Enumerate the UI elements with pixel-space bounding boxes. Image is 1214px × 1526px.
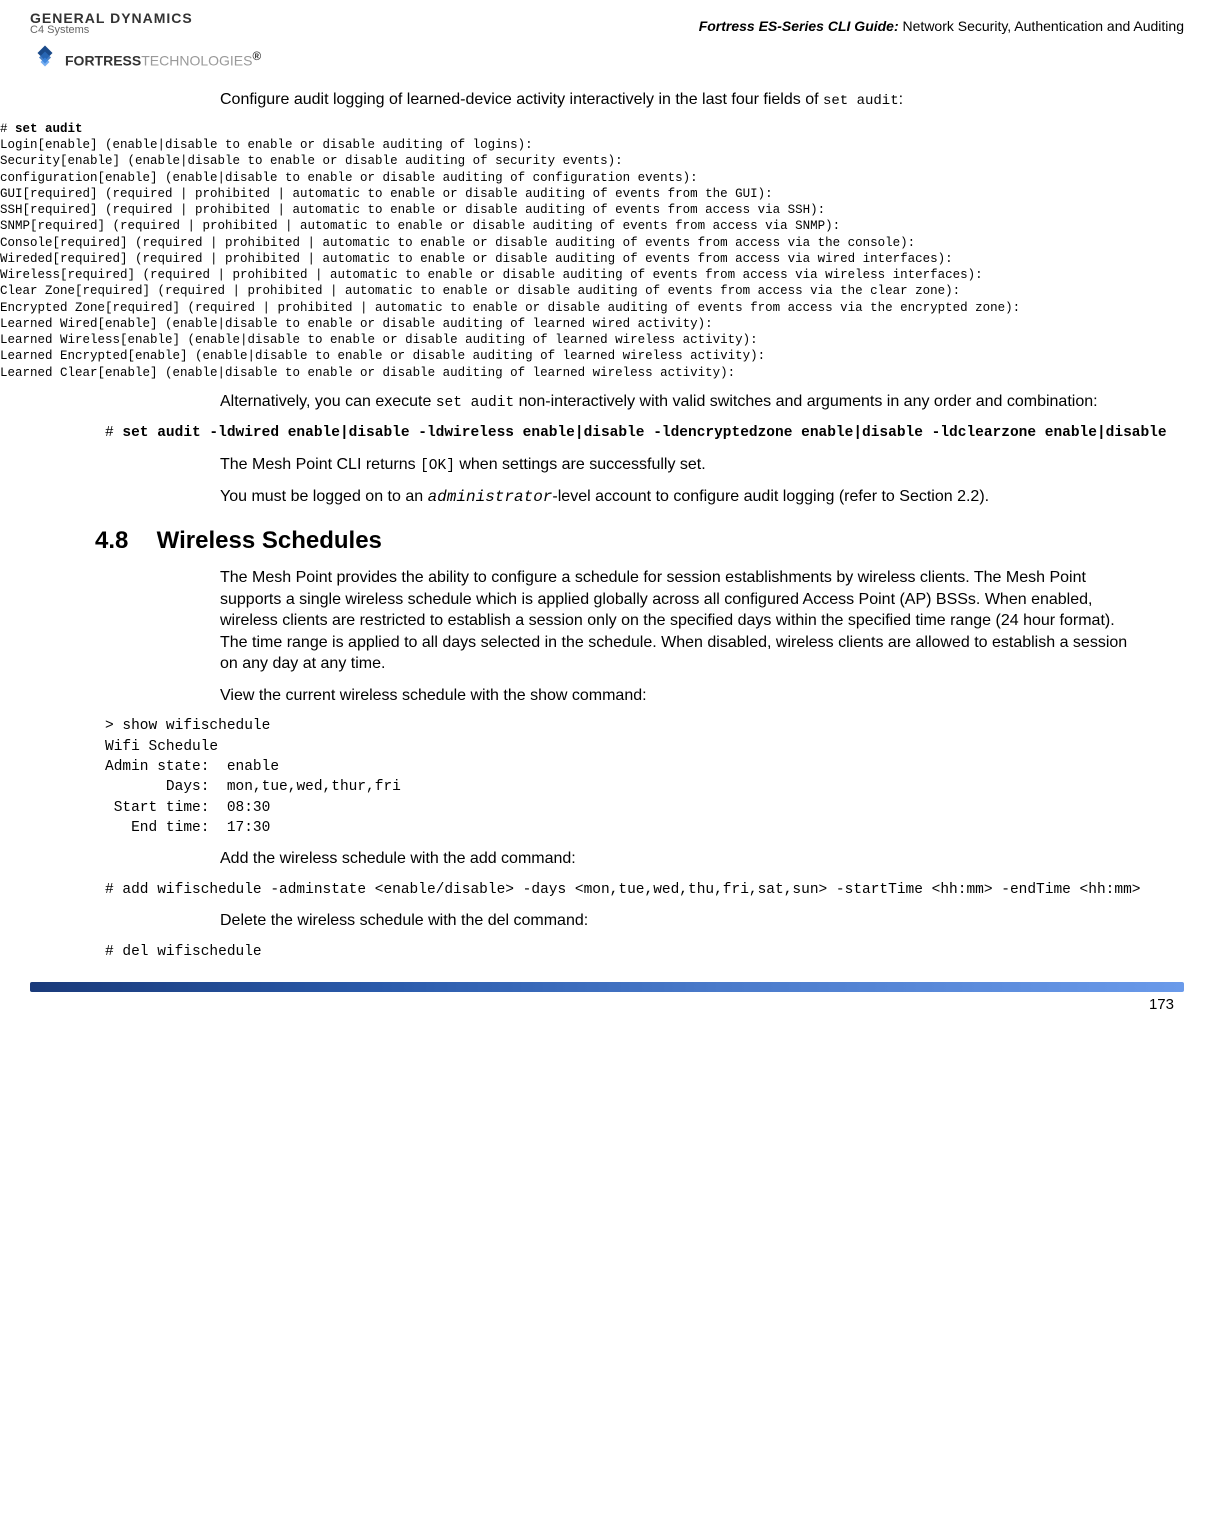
- cli-show-wifischedule: > show wifischedule Wifi Schedule Admin …: [105, 716, 1204, 838]
- header-right: Fortress ES-Series CLI Guide: Network Se…: [699, 10, 1184, 34]
- doc-section-name: Network Security, Authentication and Aud…: [899, 18, 1184, 34]
- fortress-diamond-icon: [30, 44, 60, 74]
- wireless-p5: The Mesh Point provides the ability to c…: [220, 567, 1144, 675]
- mid-code-2b: set audit: [436, 395, 514, 411]
- cli-set-audit-noninteractive: # set audit -ldwired enable|disable -ldw…: [105, 423, 1204, 443]
- section-title: Wireless Schedules: [157, 527, 382, 554]
- mid-text-2c: non-interactively with valid switches an…: [514, 393, 1097, 410]
- del-p8: Delete the wireless schedule with the de…: [220, 910, 1144, 932]
- mid-paragraph: Alternatively, you can execute set audit…: [220, 391, 1144, 414]
- mid-text-2a: Alternatively, you can execute: [220, 393, 436, 410]
- footer-gradient-bar: [30, 982, 1184, 992]
- mid2-3b: [OK]: [420, 458, 455, 474]
- cli2-hash: #: [105, 425, 122, 441]
- mid2-3c: when settings are successfully set.: [455, 456, 706, 473]
- fortress-logo: FORTRESSTECHNOLOGIES®: [30, 44, 261, 74]
- doc-title: Fortress ES-Series CLI Guide:: [699, 18, 899, 34]
- mid2-4a: You must be logged on to an: [220, 488, 428, 505]
- cli-hash: #: [0, 122, 15, 136]
- add-block: Add the wireless schedule with the add c…: [220, 848, 1144, 870]
- intro-code-1: set audit: [823, 93, 899, 109]
- cli-add-wifischedule: # add wifischedule -adminstate <enable/d…: [105, 880, 1204, 900]
- mid2-block: The Mesh Point CLI returns [OK] when set…: [220, 454, 1144, 509]
- fortress-brand-text: FORTRESSTECHNOLOGIES®: [65, 50, 261, 69]
- registered-symbol: ®: [252, 50, 261, 63]
- section-heading: 4.8 Wireless Schedules: [95, 527, 1214, 555]
- add-p7: Add the wireless schedule with the add c…: [220, 848, 1144, 870]
- cli2-cmd: set audit -ldwired enable|disable -ldwir…: [122, 425, 1166, 441]
- intro-text-1c: :: [899, 91, 903, 108]
- cli-output-lines: Login[enable] (enable|disable to enable …: [0, 138, 1020, 380]
- fortress-brand-tech: TECHNOLOGIES: [141, 52, 252, 68]
- cli-set-audit-interactive: # set audit Login[enable] (enable|disabl…: [0, 121, 1214, 381]
- gd-logo-sub: C4 Systems: [30, 24, 261, 36]
- mid2-4c: -level account to configure audit loggin…: [552, 488, 989, 505]
- page-footer: 173: [0, 982, 1214, 1013]
- section-number: 4.8: [95, 527, 150, 555]
- mid2-3a: The Mesh Point CLI returns: [220, 456, 420, 473]
- page-number: 173: [30, 996, 1184, 1013]
- header-left: GENERAL DYNAMICS C4 Systems FORTRESSTECH…: [30, 10, 261, 74]
- cli-cmd-set-audit: set audit: [15, 122, 83, 136]
- intro-paragraph: Configure audit logging of learned-devic…: [220, 89, 1144, 111]
- wireless-p6: View the current wireless schedule with …: [220, 685, 1144, 707]
- wireless-block: The Mesh Point provides the ability to c…: [220, 567, 1144, 707]
- mid2-4b: administrator: [428, 488, 553, 506]
- cli-del-wifischedule: # del wifischedule: [105, 942, 1204, 962]
- intro-text-1a: Configure audit logging of learned-devic…: [220, 91, 823, 108]
- del-block: Delete the wireless schedule with the de…: [220, 910, 1144, 932]
- fortress-brand-bold: FORTRESS: [65, 52, 141, 68]
- page-header: GENERAL DYNAMICS C4 Systems FORTRESSTECH…: [0, 0, 1214, 79]
